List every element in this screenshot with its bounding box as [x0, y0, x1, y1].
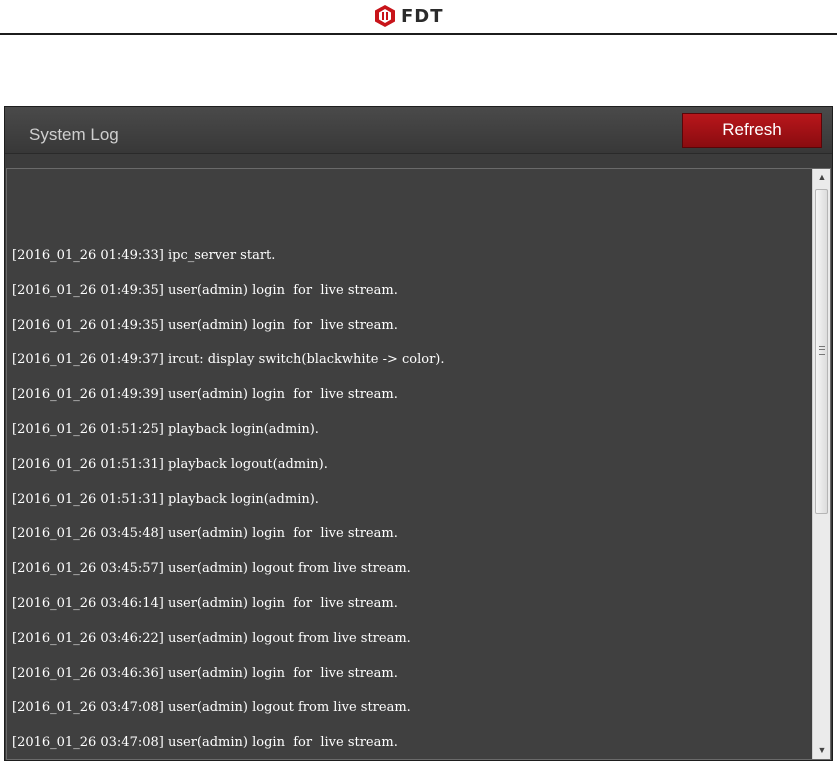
log-line: [2016_01_26 03:45:48] user(admin) login … — [12, 526, 398, 542]
scroll-down-arrow-icon[interactable]: ▼ — [813, 742, 830, 759]
log-line: [2016_01_26 01:49:35] user(admin) login … — [12, 282, 398, 298]
log-line: [2016_01_26 03:46:14] user(admin) login … — [12, 595, 398, 611]
log-line: [2016_01_26 01:49:39] user(admin) login … — [12, 387, 398, 403]
system-log-panel: System Log Refresh [2016_01_26 01:49:33]… — [4, 106, 833, 761]
log-list: [2016_01_26 01:49:33] ipc_server start. [… — [12, 246, 445, 759]
header-divider — [0, 33, 837, 35]
fdt-logo-icon — [375, 5, 395, 27]
log-line: [2016_01_26 01:49:35] user(admin) login … — [12, 317, 398, 333]
scroll-thumb[interactable] — [815, 189, 828, 514]
refresh-button[interactable]: Refresh — [682, 113, 822, 148]
page-header: FDT — [0, 0, 837, 35]
scroll-up-arrow-icon[interactable]: ▲ — [813, 169, 830, 186]
log-line: [2016_01_26 01:51:25] playback login(adm… — [12, 421, 319, 437]
log-line: [2016_01_26 03:47:08] user(admin) login … — [12, 735, 398, 751]
log-line: [2016_01_26 01:51:31] playback logout(ad… — [12, 456, 328, 472]
log-textarea[interactable]: [2016_01_26 01:49:33] ipc_server start. [… — [6, 168, 831, 760]
log-line: [2016_01_26 03:47:08] user(admin) logout… — [12, 700, 411, 716]
brand-logo: FDT — [373, 4, 444, 28]
panel-title: System Log — [29, 125, 119, 144]
log-line: [2016_01_26 03:46:22] user(admin) logout… — [12, 630, 411, 646]
log-line: [2016_01_26 01:51:31] playback login(adm… — [12, 491, 319, 507]
log-line: [2016_01_26 01:49:33] ipc_server start. — [12, 248, 276, 263]
log-line: [2016_01_26 03:46:36] user(admin) login … — [12, 665, 398, 681]
logo-text: FDT — [401, 5, 444, 27]
log-line: [2016_01_26 03:45:57] user(admin) logout… — [12, 561, 411, 577]
log-line: [2016_01_26 01:49:37] ircut: display swi… — [12, 352, 445, 368]
scroll-grip-icon — [819, 346, 825, 355]
panel-header: System Log Refresh — [5, 107, 832, 154]
vertical-scrollbar[interactable]: ▲ ▼ — [812, 169, 830, 759]
